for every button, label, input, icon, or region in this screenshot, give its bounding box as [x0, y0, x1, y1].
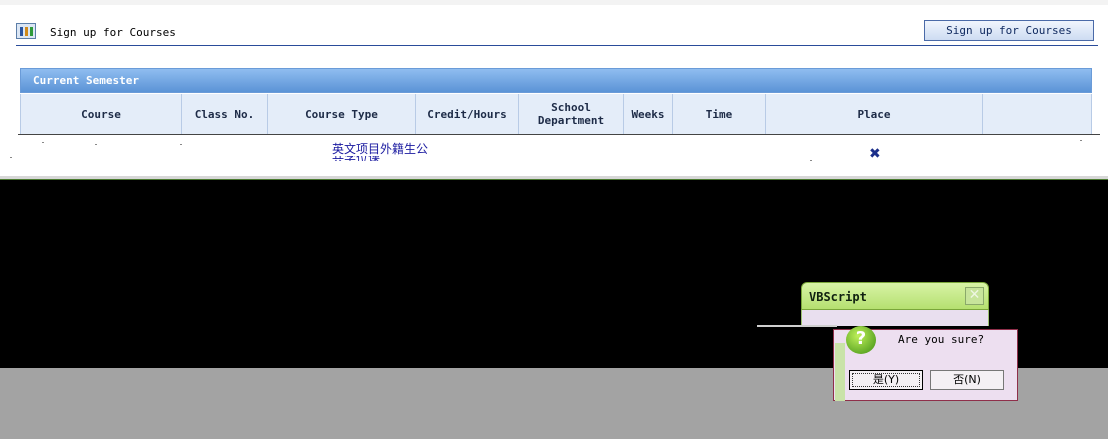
column-header-action [983, 94, 1091, 134]
title-divider [16, 45, 1098, 46]
render-artifact [10, 157, 12, 158]
no-button[interactable]: 否(N) [930, 370, 1004, 390]
close-icon[interactable]: ✕ [965, 287, 984, 305]
column-header-class-no: Class No. [182, 94, 268, 134]
table-grid-icon [16, 23, 36, 39]
render-artifact [18, 134, 1100, 138]
column-header-credit-hours: Credit/Hours [416, 94, 519, 134]
delete-x-icon[interactable]: ✖ [869, 146, 881, 162]
column-header-time: Time [673, 94, 766, 134]
column-header-course: Course [21, 94, 182, 134]
course-type-cell: 英文项目外籍生公 [332, 142, 429, 156]
render-artifact [180, 144, 182, 145]
semester-title: Current Semester [33, 74, 139, 87]
dialog-title: VBScript [809, 290, 867, 304]
page-title: Sign up for Courses [50, 26, 176, 39]
table-row [0, 134, 1108, 180]
dialog-body-top [801, 310, 989, 326]
dialog-title-bar[interactable]: VBScript ✕ [801, 282, 989, 310]
semester-panel-header: Current Semester [20, 68, 1092, 93]
column-header-place: Place [766, 94, 983, 134]
course-type-cell-line2: 共学位课 [332, 156, 427, 161]
question-icon: ? [846, 326, 876, 354]
render-artifact [42, 142, 44, 143]
column-header-course-type: Course Type [268, 94, 416, 134]
render-artifact [1080, 140, 1082, 141]
dialog-side-stripe [835, 343, 845, 401]
render-artifact [95, 144, 97, 145]
table-header-row: Course Class No. Course Type Credit/Hour… [20, 94, 1092, 134]
render-artifact [810, 160, 812, 161]
signup-button[interactable]: Sign up for Courses [924, 20, 1094, 41]
render-artifact [757, 325, 837, 327]
column-header-school-department: School Department [519, 94, 624, 134]
column-header-weeks: Weeks [624, 94, 673, 134]
dialog-message: Are you sure? [898, 333, 985, 346]
top-strip [0, 0, 1108, 5]
yes-button[interactable]: 是(Y) [849, 370, 923, 390]
